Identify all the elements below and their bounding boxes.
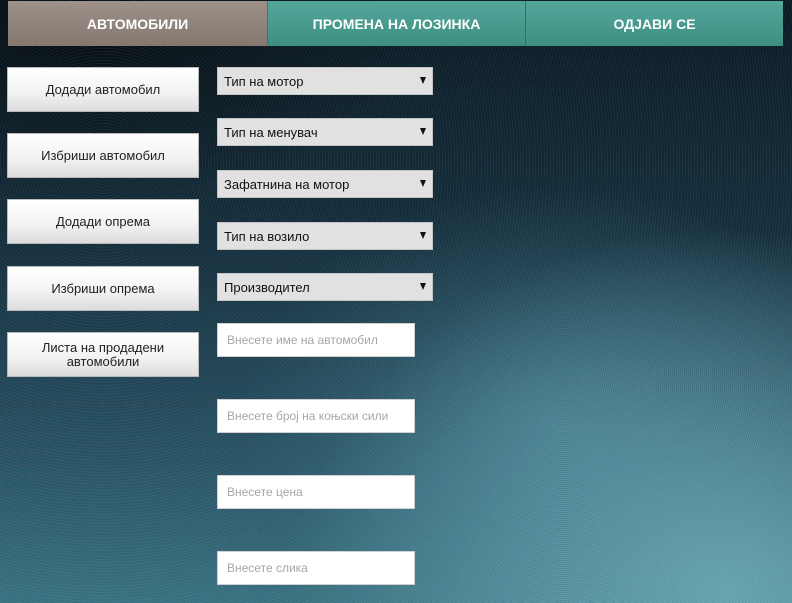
tab-change-password[interactable]: ПРОМЕНА НА ЛОЗИНКА <box>268 1 526 46</box>
vehicle-type-select[interactable]: Тип на возило <box>217 222 433 250</box>
price-input[interactable] <box>217 475 415 509</box>
image-input[interactable] <box>217 551 415 585</box>
transmission-type-select[interactable]: Тип на менувач <box>217 118 433 146</box>
caret-down-icon <box>420 232 426 239</box>
manufacturer-value: Производител <box>224 279 310 295</box>
add-equipment-button[interactable]: Додади опрема <box>7 199 199 244</box>
top-nav: АВТОМОБИЛИ ПРОМЕНА НА ЛОЗИНКА ОДЈАВИ СЕ <box>8 1 783 46</box>
caret-down-icon <box>420 128 426 135</box>
delete-equipment-button[interactable]: Избриши опрема <box>7 266 199 311</box>
caret-down-icon <box>420 180 426 187</box>
tab-cars[interactable]: АВТОМОБИЛИ <box>8 1 268 46</box>
manufacturer-select[interactable]: Производител <box>217 273 433 301</box>
caret-down-icon <box>420 283 426 290</box>
caret-down-icon <box>420 77 426 84</box>
delete-car-button[interactable]: Избриши автомобил <box>7 133 199 178</box>
sold-cars-list-button[interactable]: Листа на продадени автомобили <box>7 332 199 377</box>
add-car-button[interactable]: Додади автомобил <box>7 67 199 112</box>
engine-displacement-value: Зафатнина на мотор <box>224 176 350 192</box>
engine-displacement-select[interactable]: Зафатнина на мотор <box>217 170 433 198</box>
engine-type-value: Тип на мотор <box>224 73 304 89</box>
car-name-input[interactable] <box>217 323 415 357</box>
tab-logout[interactable]: ОДЈАВИ СЕ <box>526 1 783 46</box>
transmission-type-value: Тип на менувач <box>224 124 318 140</box>
vehicle-type-value: Тип на возило <box>224 228 310 244</box>
horsepower-input[interactable] <box>217 399 415 433</box>
engine-type-select[interactable]: Тип на мотор <box>217 67 433 95</box>
